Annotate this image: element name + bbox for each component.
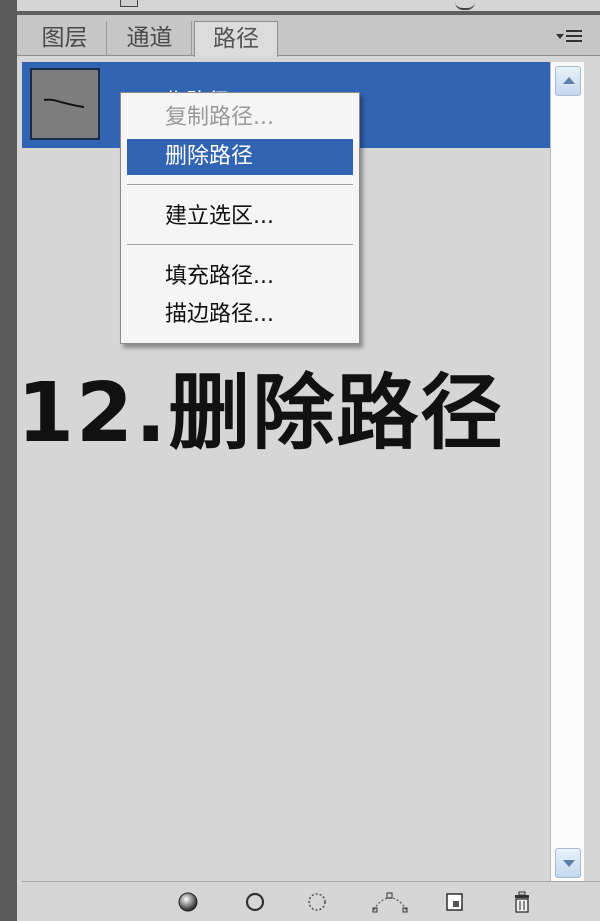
tab-paths[interactable]: 路径: [194, 21, 278, 57]
list-menu-icon: [566, 30, 582, 44]
load-path-as-selection-icon[interactable]: [305, 890, 329, 914]
vertical-scrollbar[interactable]: [550, 62, 584, 882]
menu-item-delete-path[interactable]: 删除路径: [127, 139, 353, 175]
paths-bottom-toolbar: [22, 881, 600, 921]
stroke-path-icon[interactable]: [243, 890, 267, 914]
context-menu: 复制路径... 删除路径 建立选区... 填充路径... 描边路径...: [120, 92, 360, 344]
window-frame-left: [0, 0, 17, 921]
menu-item-make-selection[interactable]: 建立选区...: [127, 199, 353, 235]
tutorial-caption: 12.删除路径: [17, 366, 505, 461]
scroll-down-icon[interactable]: [555, 848, 581, 878]
dropdown-arrow-icon: [556, 34, 564, 39]
path-thumbnail-icon: [30, 68, 100, 140]
panel-menu-icon[interactable]: [556, 27, 590, 49]
new-path-icon[interactable]: [443, 890, 467, 914]
scroll-up-icon[interactable]: [555, 66, 581, 96]
partial-icon-top: [120, 0, 138, 7]
delete-path-icon[interactable]: [510, 890, 534, 914]
menu-separator: [127, 184, 353, 186]
menu-item-stroke-path[interactable]: 描边路径...: [127, 297, 353, 333]
panel-tab-bar: 图层 通道 路径: [17, 15, 600, 57]
make-work-path-icon[interactable]: [372, 890, 408, 914]
fill-path-icon[interactable]: [176, 890, 200, 914]
window-frame-top: [17, 0, 600, 15]
panel-right-edge: [584, 56, 600, 884]
tab-layers[interactable]: 图层: [23, 21, 107, 56]
menu-item-duplicate-path: 复制路径...: [165, 105, 274, 130]
menu-separator: [127, 244, 353, 246]
tab-channels[interactable]: 通道: [108, 21, 192, 56]
menu-item-fill-path[interactable]: 填充路径...: [127, 259, 353, 295]
